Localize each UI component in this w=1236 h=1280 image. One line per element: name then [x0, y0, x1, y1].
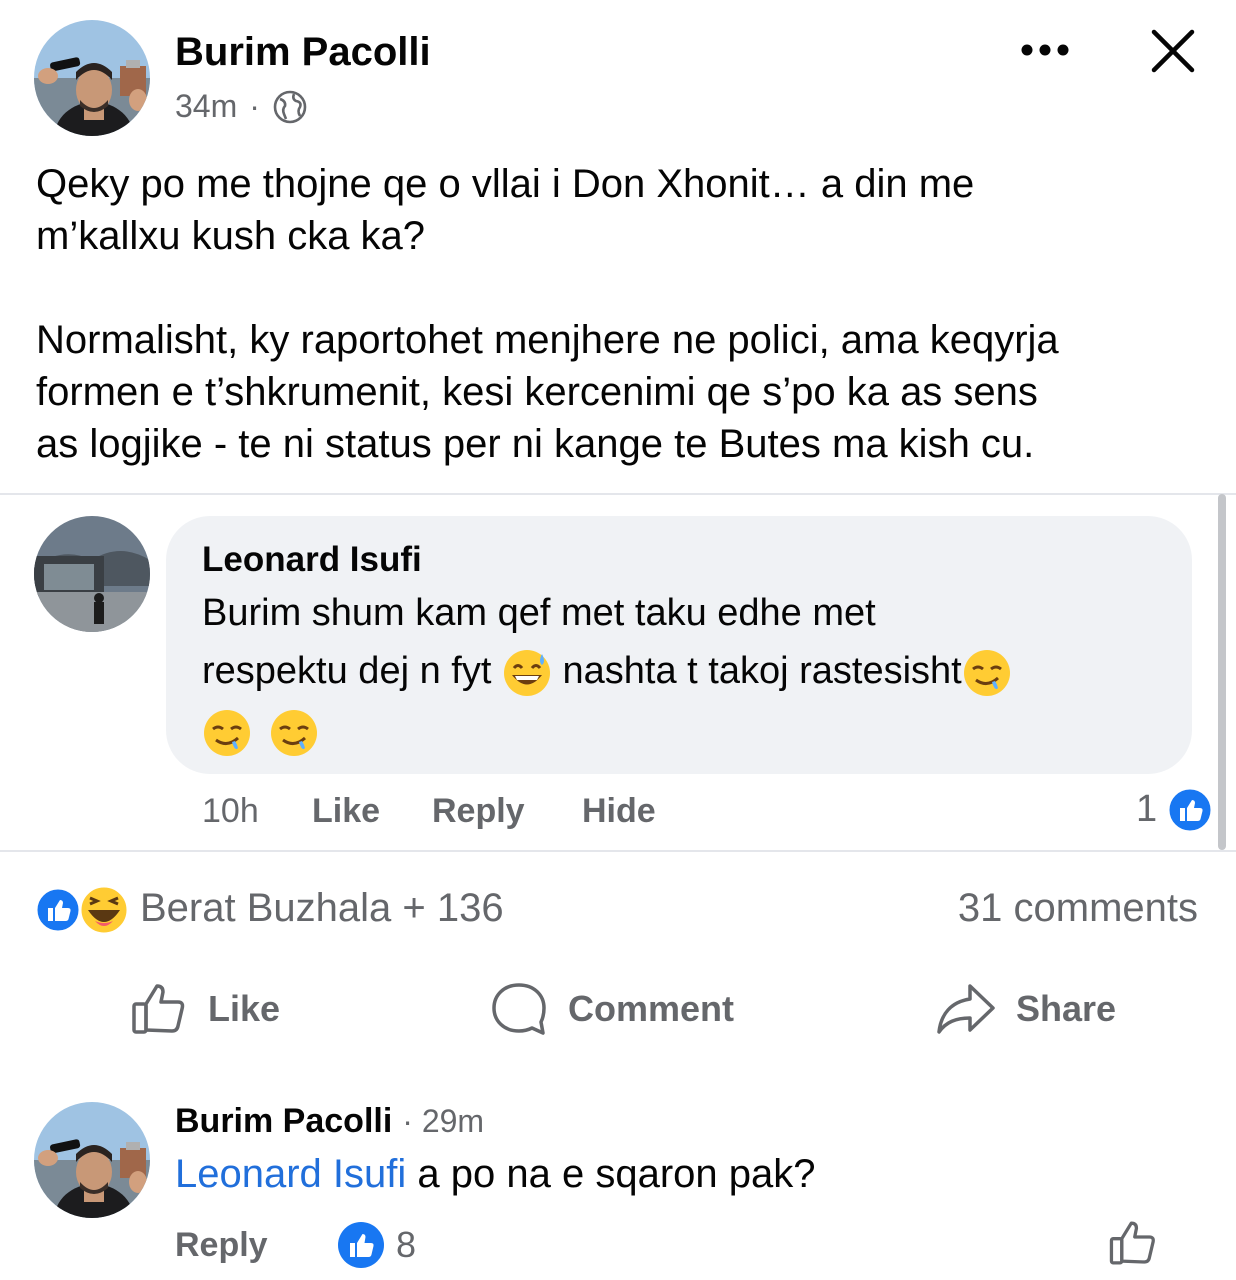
post-meta: 34m ·: [175, 88, 308, 125]
reply-text-body: a po na e sqaron pak?: [406, 1152, 816, 1196]
reply-like-button[interactable]: [1108, 1218, 1158, 1268]
more-options-icon[interactable]: [1020, 40, 1070, 60]
drooling-face-emoji-icon: [202, 708, 252, 758]
post-timestamp[interactable]: 34m: [175, 88, 237, 125]
sweat-smile-emoji-icon: [502, 648, 552, 698]
drooling-face-emoji-icon: [269, 708, 319, 758]
drooling-face-emoji-icon: [962, 648, 1012, 698]
reply-author-name[interactable]: Burim Pacolli: [175, 1102, 392, 1141]
reply-header: Burim Pacolli · 29m: [175, 1102, 484, 1141]
comment-text-segment-1: respektu dej n fyt: [202, 650, 492, 692]
post-share-button[interactable]: Share: [936, 980, 1116, 1038]
thumbs-up-icon: [1108, 1218, 1158, 1268]
divider: [0, 850, 1236, 852]
post-comment-button[interactable]: Comment: [490, 980, 734, 1038]
commenter-avatar[interactable]: [34, 516, 150, 632]
reply-like-count[interactable]: 8: [396, 1224, 416, 1266]
post-comment-label: Comment: [568, 988, 735, 1029]
divider: [0, 493, 1236, 495]
comment-reaction-count[interactable]: 1: [1136, 788, 1157, 831]
comment-hide-button[interactable]: Hide: [582, 792, 656, 831]
comment-author-name[interactable]: Leonard Isufi: [202, 540, 422, 580]
close-icon[interactable]: [1150, 28, 1196, 74]
comment-reply-button[interactable]: Reply: [432, 792, 525, 831]
thumbs-up-icon: [130, 980, 188, 1038]
post-text-paragraph-1: Qeky po me thojne qe o vllai i Don Xhoni…: [36, 162, 975, 258]
comment-like-button[interactable]: Like: [312, 792, 380, 831]
post-author-name[interactable]: Burim Pacolli: [175, 30, 431, 75]
post-like-label: Like: [208, 988, 281, 1029]
comment-text-line-1: Burim shum kam qef met taku edhe met: [202, 592, 876, 634]
reply-timestamp: · 29m: [402, 1103, 485, 1139]
post-text-paragraph-2: Normalisht, ky raportohet menjhere ne po…: [36, 318, 1059, 466]
reply-button[interactable]: Reply: [175, 1226, 268, 1265]
haha-reaction-icon: [78, 884, 130, 936]
like-reaction-icon: [34, 886, 82, 934]
comments-count[interactable]: 31 comments: [958, 886, 1198, 931]
comment-bubble-icon: [490, 980, 548, 1038]
comment-timestamp: 10h: [202, 792, 259, 830]
reply-text: Leonard Isufi a po na e sqaron pak?: [175, 1152, 815, 1197]
comment-text-line-3: [202, 702, 1182, 760]
comment-text: Burim shum kam qef met taku edhe met res…: [202, 584, 1182, 760]
mention-link[interactable]: Leonard Isufi: [175, 1152, 406, 1196]
post-share-label: Share: [1016, 988, 1117, 1029]
reply-author-avatar[interactable]: [34, 1102, 150, 1218]
like-reaction-icon: [336, 1220, 386, 1270]
meta-separator: ·: [249, 88, 260, 124]
share-arrow-icon: [936, 980, 996, 1038]
reactions-summary[interactable]: Berat Buzhala + 136: [140, 886, 504, 931]
comment-text-line-2: respektu dej n fyt nashta t takoj rastes…: [202, 642, 1182, 700]
embedded-scrollbar[interactable]: [1218, 494, 1226, 850]
globe-icon: [272, 89, 308, 125]
post-like-button[interactable]: Like: [130, 980, 280, 1038]
like-reaction-icon: [1166, 786, 1214, 834]
comment-text-segment-2: nashta t takoj rastesisht: [562, 650, 962, 692]
author-avatar[interactable]: [34, 20, 150, 136]
